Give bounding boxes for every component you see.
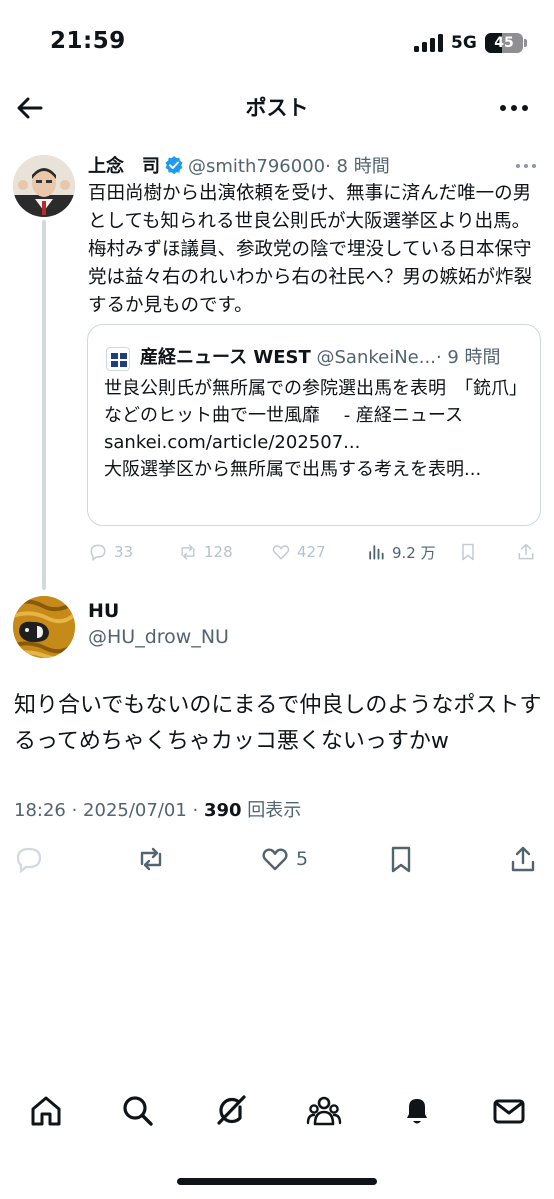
home-icon[interactable]: [28, 1093, 64, 1129]
quote-header: 産経ニュース WEST @SankeiNe...· 9 時間: [140, 343, 501, 369]
like-count: 427: [297, 543, 326, 561]
reply-button[interactable]: 33: [88, 540, 133, 564]
bookmark-icon: [462, 543, 474, 561]
repost-button[interactable]: [136, 842, 166, 876]
heart-icon: [262, 848, 288, 871]
tab-bar: [0, 1085, 554, 1141]
page-title: ポスト: [245, 96, 309, 120]
signal-icon: [414, 34, 444, 52]
post-text: 百田尚樹から出演依頼を受け、無事に済んだ唯一の男としても知られる世良公則氏が大阪…: [88, 183, 533, 316]
view-count: 390: [203, 800, 242, 821]
reply-author-handle[interactable]: @HU_drow_NU: [88, 626, 229, 648]
bookmark-icon: [391, 846, 411, 873]
post-more-icon[interactable]: [514, 158, 538, 172]
communities-icon[interactable]: [306, 1093, 342, 1129]
share-button[interactable]: [508, 842, 538, 876]
reply-count: 33: [114, 543, 134, 561]
quote-author-handle: @SankeiNe...: [316, 347, 436, 368]
sankei-logo-icon: [106, 347, 130, 371]
repost-icon: [181, 544, 195, 560]
battery-level: 45: [494, 35, 514, 51]
post-header: 上念 司 @smith796000· 8 時間: [88, 152, 390, 178]
search-icon[interactable]: [120, 1093, 156, 1129]
avatar[interactable]: [13, 596, 75, 658]
battery-icon: 45: [485, 33, 527, 53]
share-button[interactable]: [516, 540, 536, 564]
reply-button[interactable]: [14, 842, 44, 876]
reply-actions: 5: [0, 840, 554, 880]
bookmark-button[interactable]: [386, 842, 416, 876]
verified-badge-icon: [164, 155, 184, 175]
repost-icon: [140, 847, 162, 871]
reply-text: 知り合いでもないのにまるで仲良しのようなポストするってめちゃくちゃカッコ悪くない…: [14, 693, 542, 754]
bookmark-button[interactable]: [458, 540, 478, 564]
heart-icon: [272, 545, 290, 560]
messages-icon[interactable]: [491, 1093, 527, 1129]
home-indicator: [177, 1178, 377, 1185]
post-time: · 8 時間: [325, 156, 390, 177]
quote-time: · 9 時間: [435, 347, 501, 368]
thread-connector: [42, 220, 46, 590]
avatar[interactable]: [13, 155, 75, 217]
like-count: 5: [296, 848, 309, 870]
repost-count: 128: [204, 543, 233, 561]
view-label: 回表示: [241, 800, 302, 821]
reply-icon: [16, 847, 42, 874]
nav-bar: ポスト: [0, 80, 554, 136]
ellipsis-icon[interactable]: [498, 96, 530, 120]
reply-author-name[interactable]: HU: [88, 600, 119, 622]
network-label: 5G: [451, 33, 477, 53]
quoted-post-card[interactable]: 産経ニュース WEST @SankeiNe...· 9 時間 世良公則氏が無所属…: [87, 324, 541, 526]
status-bar: 21:59 5G 45: [0, 0, 554, 88]
author-name[interactable]: 上念 司: [88, 156, 160, 177]
view-count: 9.2 万: [392, 543, 436, 562]
post-timestamp: 18:26 · 2025/07/01 ·: [14, 800, 204, 821]
views-chart-icon: [369, 545, 384, 560]
quote-author-name: 産経ニュース WEST: [140, 347, 311, 368]
post-meta: 18:26 · 2025/07/01 · 390 回表示: [14, 796, 301, 822]
post-actions: 33 128 427 9.2 万: [88, 538, 548, 566]
reply-icon: [90, 544, 106, 561]
views-button[interactable]: 9.2 万: [366, 540, 436, 564]
like-button[interactable]: 5: [260, 842, 308, 876]
share-icon: [511, 846, 535, 872]
notifications-icon[interactable]: [399, 1093, 435, 1129]
author-handle[interactable]: @smith796000: [188, 156, 325, 177]
quote-text: 世良公則氏が無所属での参院選出馬を表明 「銃爪」などのヒット曲で一世風靡 - 産…: [104, 378, 527, 480]
status-time: 21:59: [50, 28, 126, 54]
share-icon: [518, 543, 534, 560]
grok-icon[interactable]: [213, 1093, 249, 1129]
repost-button[interactable]: 128: [178, 540, 233, 564]
like-button[interactable]: 427: [271, 540, 326, 564]
